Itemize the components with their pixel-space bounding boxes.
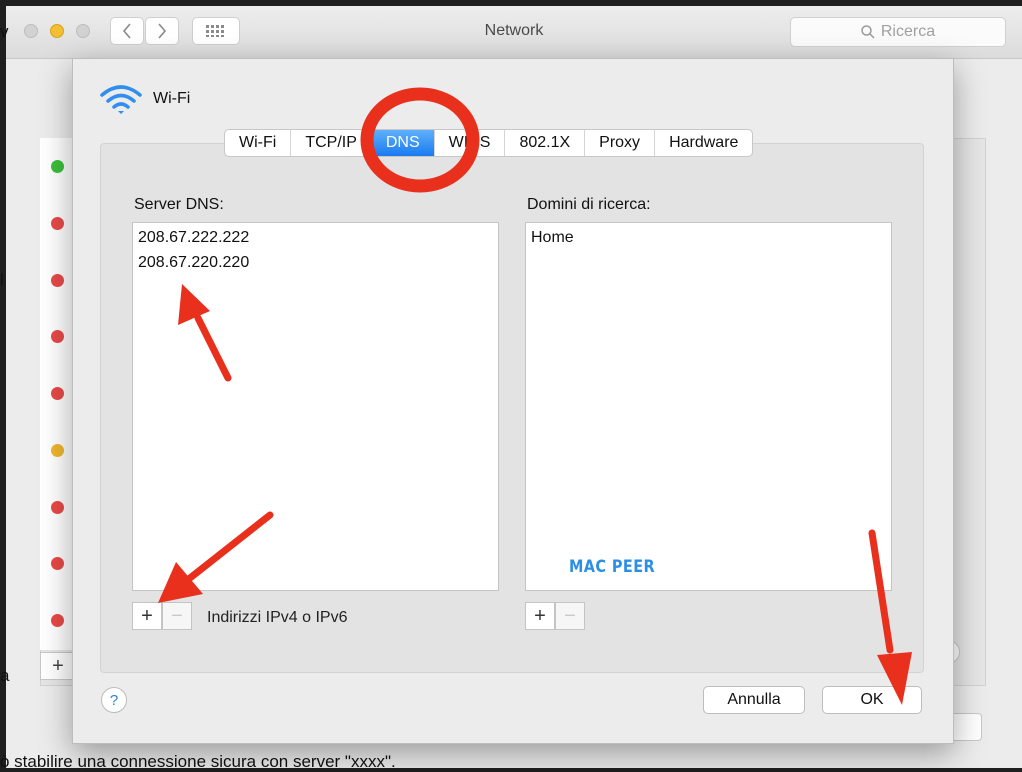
dns-settings-sheet: Wi-Fi Server DNS: 208.67.222.222 208.67.…	[72, 58, 954, 744]
settings-tabs: Wi-Fi TCP/IP DNS WINS 802.1X Proxy Hardw…	[224, 129, 754, 157]
list-item[interactable]: 208.67.222.222	[133, 225, 498, 250]
remove-dns-button[interactable]: −	[162, 602, 192, 630]
status-dot-red	[51, 274, 64, 287]
cancel-button[interactable]: Annulla	[703, 686, 805, 714]
add-domain-button[interactable]: +	[525, 602, 555, 630]
title-bar: Network Ricerca	[6, 6, 1022, 59]
interface-header: Wi-Fi	[99, 83, 190, 115]
search-field[interactable]: Ricerca	[790, 17, 1006, 47]
status-dot-red	[51, 387, 64, 400]
tab-proxy[interactable]: Proxy	[585, 130, 656, 156]
tab-dns[interactable]: DNS	[371, 130, 435, 156]
list-item[interactable]: 208.67.220.220	[133, 250, 498, 275]
status-dot-red	[51, 557, 64, 570]
add-service-button[interactable]: +	[40, 652, 76, 680]
tab-wins[interactable]: WINS	[435, 130, 506, 156]
status-dot-green	[51, 160, 64, 173]
help-button[interactable]: ?	[101, 687, 127, 713]
status-dot-red	[51, 330, 64, 343]
status-dot-red	[51, 217, 64, 230]
search-icon	[861, 25, 875, 39]
dns-content-panel: Server DNS: 208.67.222.222 208.67.220.22…	[100, 143, 924, 673]
tab-tcp-ip[interactable]: TCP/IP	[291, 130, 372, 156]
dns-servers-label: Server DNS:	[134, 196, 224, 213]
list-item[interactable]: Home	[526, 225, 891, 250]
edge-text-mid2: a	[0, 666, 10, 685]
add-dns-button[interactable]: +	[132, 602, 162, 630]
wifi-icon	[100, 85, 142, 114]
edge-text-mid: l	[0, 270, 4, 289]
search-placeholder: Ricerca	[880, 23, 936, 40]
search-domains-label: Domini di ricerca:	[527, 196, 651, 213]
tab-8021x[interactable]: 802.1X	[505, 130, 586, 156]
status-dot-red	[51, 614, 64, 627]
tab-hardware[interactable]: Hardware	[655, 130, 752, 156]
tab-wifi[interactable]: Wi-Fi	[225, 130, 292, 156]
status-dot-red	[51, 501, 64, 514]
status-dot-yellow	[51, 444, 64, 457]
edge-text-top: v	[0, 22, 9, 41]
remove-domain-button[interactable]: −	[555, 602, 585, 630]
dns-format-hint: Indirizzi IPv4 o IPv6	[207, 609, 348, 626]
interface-name: Wi-Fi	[153, 90, 191, 107]
ok-button[interactable]: OK	[822, 686, 922, 714]
dns-servers-list[interactable]: 208.67.222.222 208.67.220.220	[132, 222, 499, 591]
background-apply-button[interactable]	[950, 713, 982, 741]
search-domains-list[interactable]: Home	[525, 222, 892, 591]
watermark: MAC PEER	[569, 557, 656, 577]
edge-text-bottom: ò stabilire una connessione sicura con s…	[0, 752, 396, 771]
